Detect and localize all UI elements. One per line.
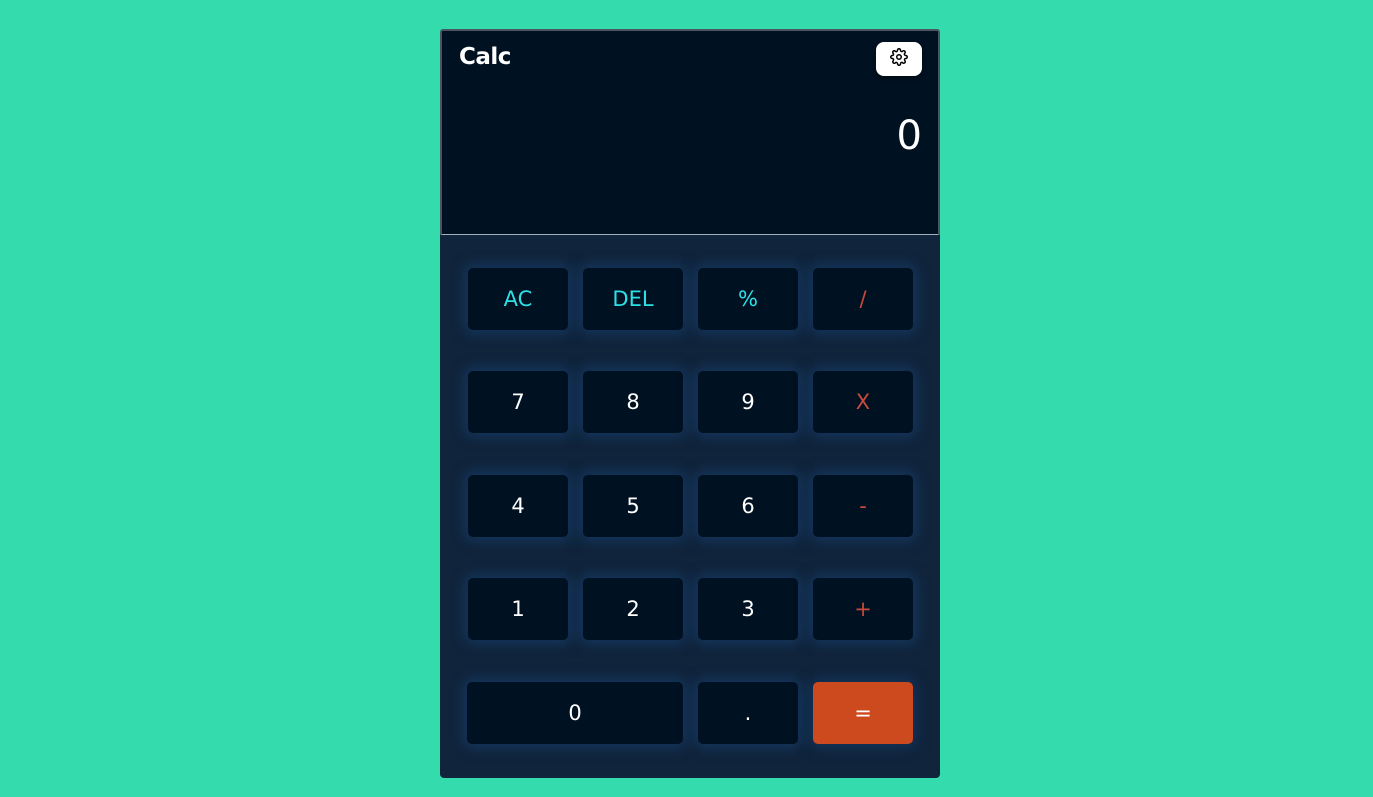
digit-5-button[interactable]: 5 [583, 475, 683, 537]
calculator: Calc 0 AC DEL % / 7 8 9 X 4 5 6 - 1 2 3 [440, 29, 940, 778]
digit-1-button[interactable]: 1 [468, 578, 568, 640]
app-title: Calc [459, 44, 511, 70]
settings-button[interactable] [876, 42, 922, 76]
add-button[interactable]: + [813, 578, 913, 640]
digit-2-button[interactable]: 2 [583, 578, 683, 640]
digit-9-button[interactable]: 9 [698, 371, 798, 433]
delete-button[interactable]: DEL [583, 268, 683, 330]
all-clear-button[interactable]: AC [468, 268, 568, 330]
gear-icon [890, 48, 908, 70]
subtract-button[interactable]: - [813, 475, 913, 537]
equals-button[interactable]: = [813, 682, 913, 744]
divide-button[interactable]: / [813, 268, 913, 330]
digit-3-button[interactable]: 3 [698, 578, 798, 640]
multiply-button[interactable]: X [813, 371, 913, 433]
digit-4-button[interactable]: 4 [468, 475, 568, 537]
digit-6-button[interactable]: 6 [698, 475, 798, 537]
percent-button[interactable]: % [698, 268, 798, 330]
digit-8-button[interactable]: 8 [583, 371, 683, 433]
keypad: AC DEL % / 7 8 9 X 4 5 6 - 1 2 3 + 0 . = [440, 235, 940, 778]
digit-0-button[interactable]: 0 [467, 682, 683, 744]
calculator-screen: Calc 0 [440, 29, 940, 236]
decimal-button[interactable]: . [698, 682, 798, 744]
digit-7-button[interactable]: 7 [468, 371, 568, 433]
display-value: 0 [896, 113, 922, 159]
